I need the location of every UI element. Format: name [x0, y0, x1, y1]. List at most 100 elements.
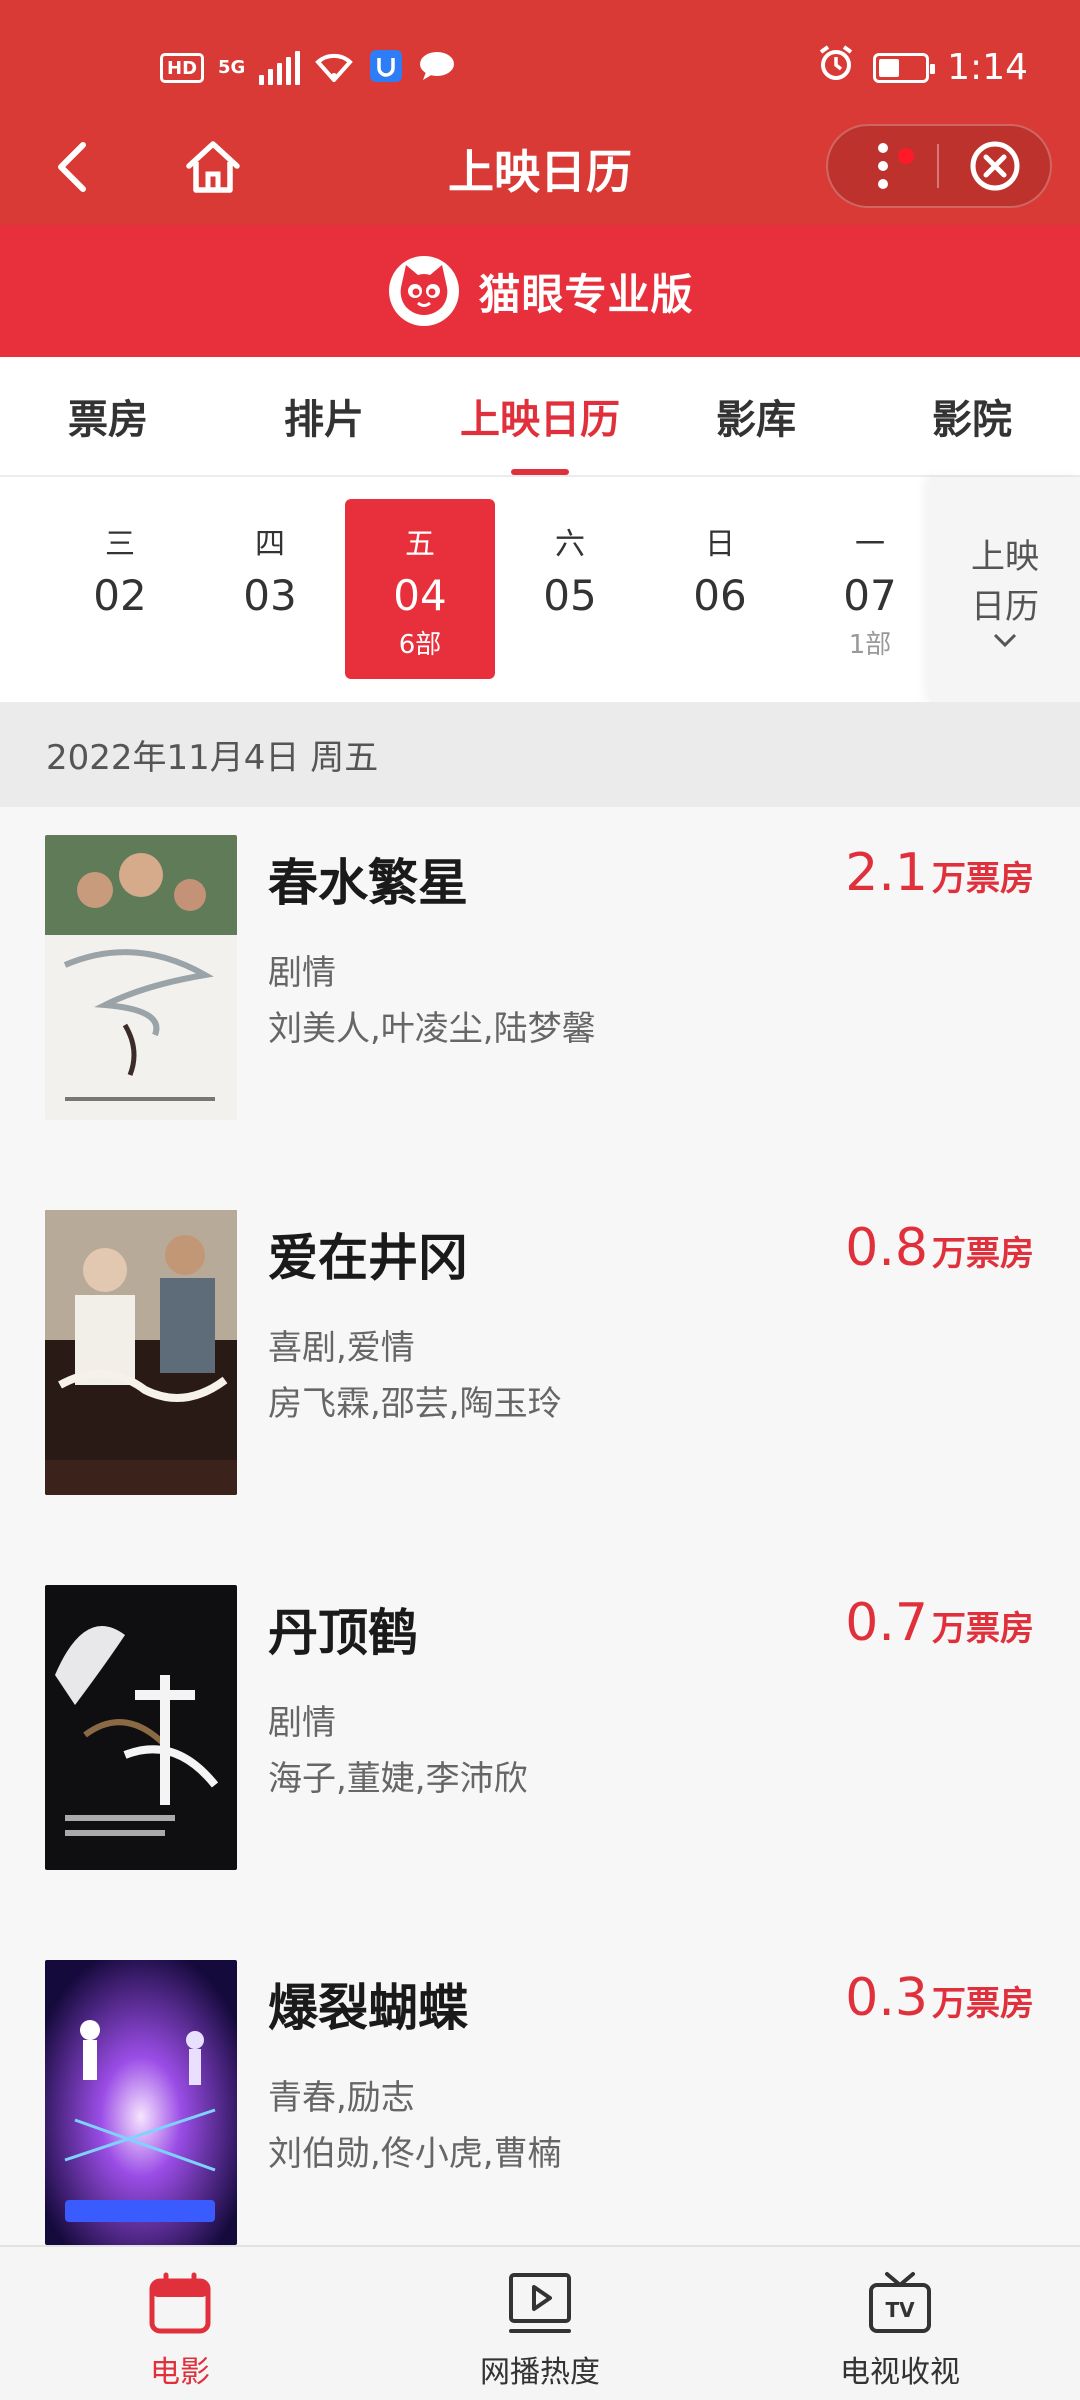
app-header: HD 5G 1:14 上映日历: [0, 0, 1080, 225]
calendar-toggle-button[interactable]: 上映日历: [930, 477, 1080, 702]
weekday-label: 日: [705, 527, 735, 562]
movie-cast: 刘伯勋,佟小虎,曹楠: [268, 2134, 562, 2174]
date-label: 07: [843, 571, 897, 620]
top-tabs: 票房 排片 上映日历 影库 影院: [0, 357, 1080, 477]
tab-label: 影库: [716, 397, 796, 443]
date-item-02[interactable]: 三 02: [45, 499, 195, 679]
tab-movie-library[interactable]: 影库: [648, 357, 864, 475]
mini-program-capsule: [826, 124, 1052, 208]
movie-poster: [45, 835, 237, 1120]
release-count: 6部: [398, 630, 442, 660]
movie-item[interactable]: 丹顶鹤 剧情 海子,董婕,李沛欣 0.7 万票房: [0, 1557, 1080, 1932]
box-office-value: 0.7: [845, 1593, 928, 1653]
more-vertical-icon: [877, 143, 888, 189]
movie-poster: [45, 1585, 237, 1870]
close-button[interactable]: [939, 124, 1050, 208]
tab-label: 排片: [284, 397, 364, 443]
tab-label: 影院: [932, 397, 1012, 443]
weekday-label: 一: [855, 527, 885, 562]
movie-genre: 喜剧,爱情: [268, 1328, 415, 1368]
battery-level: [879, 58, 900, 77]
weekday-label: 三: [105, 527, 135, 562]
date-label: 02: [93, 571, 147, 620]
notification-dot: [898, 148, 914, 164]
calendar-toggle-label: 上映日历: [971, 536, 1039, 627]
alarm-icon: [817, 44, 855, 91]
svg-text:TV: TV: [885, 2298, 915, 2322]
more-button[interactable]: [828, 124, 937, 208]
box-office: 2.1 万票房: [845, 843, 1034, 903]
app-notification-icon: [368, 48, 404, 88]
date-label: 05: [543, 571, 597, 620]
bottom-tab-streaming[interactable]: 网播热度: [360, 2247, 720, 2400]
network-label: 5G: [218, 57, 246, 78]
status-left-icons: HD 5G: [160, 48, 456, 88]
tab-release-calendar[interactable]: 上映日历: [432, 357, 648, 475]
box-office-unit: 万票房: [932, 859, 1034, 899]
wifi-icon: [314, 50, 354, 86]
tab-cinemas[interactable]: 影院: [864, 357, 1080, 475]
weekday-label: 四: [255, 527, 285, 562]
active-tab-indicator: [511, 469, 569, 475]
movie-item[interactable]: 春水繁星 剧情 刘美人,叶凌尘,陆梦馨 2.1 万票房: [0, 807, 1080, 1182]
date-item-05[interactable]: 六 05: [495, 499, 645, 679]
brand-bar: 猫眼专业版: [0, 225, 1080, 357]
date-item-07[interactable]: 一 07 1部: [795, 499, 945, 679]
tab-schedule[interactable]: 排片: [216, 357, 432, 475]
box-office: 0.8 万票房: [845, 1218, 1034, 1278]
tab-label: 票房: [68, 397, 148, 443]
status-right-icons: 1:14: [817, 44, 1028, 91]
movie-poster: [45, 1960, 237, 2245]
tv-icon: TV: [869, 2272, 931, 2333]
movie-poster: [45, 1210, 237, 1495]
date-item-06[interactable]: 日 06: [645, 499, 795, 679]
movie-genre: 剧情: [268, 953, 336, 993]
box-office: 0.3 万票房: [845, 1968, 1034, 2028]
bottom-tab-label: 电影: [150, 2355, 210, 2390]
date-label: 04: [393, 571, 447, 620]
bottom-tab-movies[interactable]: 电影: [0, 2247, 360, 2400]
box-office: 0.7 万票房: [845, 1593, 1034, 1653]
nav-bar: 上映日历: [0, 110, 1080, 225]
cat-logo-icon: [389, 256, 460, 326]
bottom-tab-bar: 电影 网播热度 TV 电视收视: [0, 2245, 1080, 2400]
bottom-tab-label: 电视收视: [840, 2355, 960, 2390]
movie-cast: 海子,董婕,李沛欣: [268, 1759, 528, 1799]
date-label: 06: [693, 571, 747, 620]
movie-item[interactable]: 爱在井冈 喜剧,爱情 房飞霖,邵芸,陶玉玲 0.8 万票房: [0, 1182, 1080, 1557]
movie-title: 丹顶鹤: [268, 1604, 418, 1662]
box-office-unit: 万票房: [932, 1984, 1034, 2024]
date-item-04-selected[interactable]: 五 04 6部: [345, 499, 495, 679]
close-circle-icon: [970, 141, 1019, 191]
box-office-unit: 万票房: [932, 1234, 1034, 1274]
hd-badge: HD: [160, 53, 205, 83]
weekday-label: 六: [555, 527, 585, 562]
message-icon: [418, 50, 456, 86]
date-item-03[interactable]: 四 03: [195, 499, 345, 679]
signal-icon: [259, 51, 301, 85]
bottom-tab-tv[interactable]: TV 电视收视: [720, 2247, 1080, 2400]
calendar-icon: [149, 2272, 211, 2334]
movie-genre: 剧情: [268, 1703, 336, 1743]
bottom-tab-label: 网播热度: [480, 2355, 600, 2390]
release-count: 1部: [848, 630, 892, 660]
movie-list: 春水繁星 剧情 刘美人,叶凌尘,陆梦馨 2.1 万票房 爱在井冈 喜剧,爱情 房…: [0, 807, 1080, 2245]
movie-item[interactable]: 爆裂蝴蝶 青春,励志 刘伯勋,佟小虎,曹楠 0.3 万票房: [0, 1932, 1080, 2245]
brand-name: 猫眼专业版: [478, 269, 694, 319]
weekday-label: 五: [405, 527, 435, 562]
movie-genre: 青春,励志: [268, 2078, 415, 2118]
chevron-down-icon: [993, 633, 1017, 647]
date-selector: 三 02 四 03 五 04 6部 六 05 日 06 一 07 1部 上映日历: [0, 477, 1080, 702]
movie-cast: 刘美人,叶凌尘,陆梦馨: [268, 1009, 596, 1049]
box-office-unit: 万票房: [932, 1609, 1034, 1649]
battery-icon: [873, 52, 936, 83]
movie-title: 爱在井冈: [268, 1229, 468, 1287]
selected-date-header: 2022年11月4日 周五: [0, 702, 1080, 807]
movie-cast: 房飞霖,邵芸,陶玉玲: [268, 1384, 562, 1424]
box-office-value: 2.1: [845, 843, 928, 903]
tab-box-office[interactable]: 票房: [0, 357, 216, 475]
play-screen-icon: [509, 2273, 571, 2333]
date-label: 03: [243, 571, 297, 620]
box-office-value: 0.3: [845, 1968, 928, 2028]
movie-title: 春水繁星: [268, 854, 468, 912]
